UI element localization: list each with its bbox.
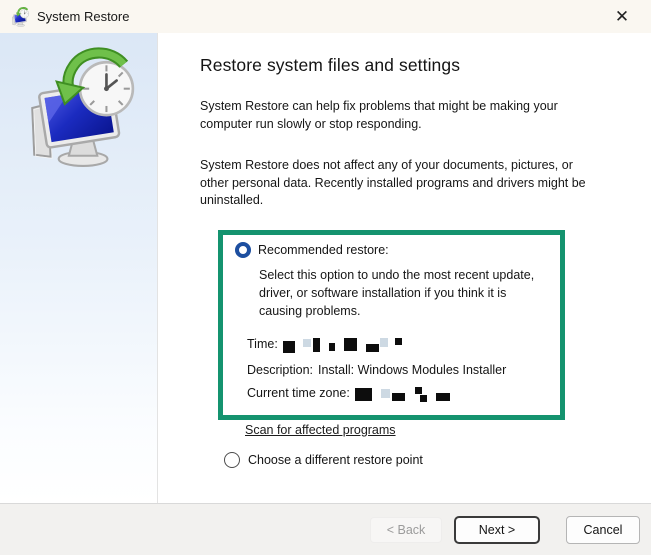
intro-paragraph: System Restore can help fix problems tha… (200, 99, 558, 131)
restore-time-row: Time: (247, 337, 550, 354)
timezone-row: Current time zone: (247, 386, 550, 403)
info-paragraph: System Restore does not affect any of yo… (200, 158, 586, 207)
back-button[interactable]: < Back (370, 516, 442, 543)
radio-unselected-icon[interactable] (224, 452, 240, 468)
restore-description-row: Description: Install: Windows Modules In… (247, 363, 550, 377)
description-value: Install: Windows Modules Installer (318, 363, 507, 378)
redacted-time-value (282, 337, 402, 354)
scan-affected-programs-link[interactable]: Scan for affected programs (245, 423, 396, 437)
footer-bar: < Back Next > Cancel (0, 503, 651, 555)
cancel-button[interactable]: Cancel (566, 515, 640, 544)
page-title: Restore system files and settings (200, 55, 461, 75)
title-bar: System Restore ✕ (0, 0, 651, 33)
description-label: Description: (247, 363, 313, 378)
redacted-timezone-value (354, 386, 450, 403)
recommended-restore-option[interactable]: Recommended restore: (235, 242, 550, 258)
recommended-restore-label: Recommended restore: (258, 243, 389, 257)
recommended-restore-description: Select this option to undo the most rece… (259, 268, 535, 318)
system-restore-app-icon (11, 6, 30, 27)
close-icon[interactable]: ✕ (607, 3, 637, 31)
choose-different-restore-label: Choose a different restore point (248, 453, 423, 467)
time-label: Time: (247, 337, 278, 352)
sidebar (0, 33, 158, 503)
radio-selected-icon[interactable] (235, 242, 251, 258)
recommended-restore-highlight-box: Recommended restore: Select this option … (218, 230, 565, 420)
next-button[interactable]: Next > (454, 515, 540, 544)
system-restore-illustration-icon (18, 47, 140, 169)
window-title: System Restore (37, 9, 130, 24)
timezone-label: Current time zone: (247, 386, 350, 401)
main-content: Restore system files and settings System… (158, 33, 651, 503)
choose-different-restore-option[interactable]: Choose a different restore point (224, 452, 423, 468)
